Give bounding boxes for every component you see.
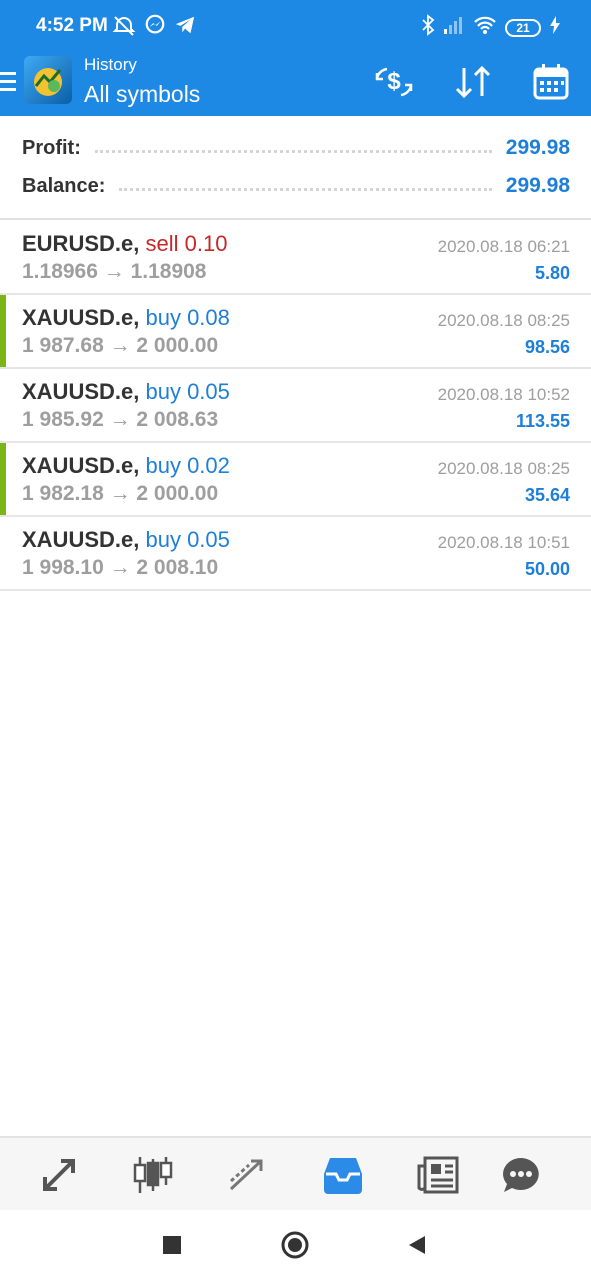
bottom-navigation (0, 1136, 591, 1210)
deal-profit: 5.80 (534, 263, 570, 283)
deal-row[interactable]: EURUSD.e, sell 0.10 1.18966 → 1.18908 20… (0, 221, 591, 295)
system-navigation (0, 1210, 591, 1280)
deal-side: buy 0.05 (145, 379, 230, 404)
deal-symbol: EURUSD.e, (22, 231, 140, 256)
menu-icon[interactable] (0, 70, 16, 94)
calendar-icon[interactable] (529, 60, 573, 104)
summary-panel: Profit: 299.98 Balance: 299.98 (0, 116, 591, 220)
deal-title: XAUUSD.e, buy 0.02 (22, 453, 230, 479)
status-bar: 4:52 PM 21 (0, 0, 591, 52)
home-icon[interactable] (280, 1230, 310, 1260)
deal-side: buy 0.08 (145, 305, 230, 330)
telegram-icon (174, 14, 196, 43)
deal-profit: 98.56 (524, 337, 570, 357)
wifi-icon (473, 15, 497, 40)
deal-time: 2020.08.18 08:25 (437, 459, 570, 478)
header-title[interactable]: All symbols (84, 81, 200, 108)
deal-row[interactable]: XAUUSD.e, buy 0.05 1 985.92 → 2 008.63 2… (0, 369, 591, 443)
deal-side: sell 0.10 (145, 231, 228, 256)
sort-icon[interactable] (451, 60, 495, 104)
app-bar: History All symbols $ (0, 52, 591, 116)
dotted-leader (119, 187, 492, 191)
news-icon[interactable] (415, 1152, 461, 1198)
alarm-off-icon (112, 14, 136, 43)
balance-value: 299.98 (505, 174, 570, 197)
deal-time: 2020.08.18 10:52 (437, 385, 570, 404)
deal-title: EURUSD.e, sell 0.10 (22, 231, 227, 257)
status-time: 4:52 PM (36, 15, 108, 36)
deal-prices: 1.18966 → 1.18908 (22, 260, 207, 283)
deal-marker (0, 295, 6, 367)
deal-title: XAUUSD.e, buy 0.08 (22, 305, 230, 331)
deal-symbol: XAUUSD.e, (22, 453, 140, 478)
back-icon[interactable] (402, 1230, 432, 1260)
balance-row: Balance: 299.98 (22, 171, 570, 201)
profit-value: 299.98 (505, 136, 570, 159)
trade-icon[interactable] (224, 1152, 270, 1198)
deal-profit: 113.55 (515, 411, 570, 431)
deal-side: buy 0.02 (145, 453, 230, 478)
history-icon[interactable] (320, 1152, 366, 1198)
battery-level: 21 (516, 20, 530, 35)
signal-icon (443, 15, 465, 40)
deal-profit: 35.64 (524, 485, 570, 505)
deal-row[interactable]: XAUUSD.e, buy 0.02 1 982.18 → 2 000.00 2… (0, 443, 591, 517)
deal-symbol: XAUUSD.e, (22, 527, 140, 552)
deal-row[interactable]: XAUUSD.e, buy 0.08 1 987.68 → 2 000.00 2… (0, 295, 591, 369)
deal-prices: 1 998.10 → 2 008.10 (22, 556, 219, 579)
profit-row: Profit: 299.98 (22, 133, 570, 163)
deal-side: buy 0.05 (145, 527, 230, 552)
bluetooth-icon (421, 14, 435, 41)
balance-label: Balance: (22, 174, 106, 197)
deal-prices: 1 985.92 → 2 008.63 (22, 408, 219, 431)
svg-text:$: $ (387, 68, 401, 95)
deal-title: XAUUSD.e, buy 0.05 (22, 527, 230, 553)
deal-marker (0, 443, 6, 515)
messenger-icon (144, 14, 166, 43)
dotted-leader (94, 149, 492, 153)
deal-row[interactable]: XAUUSD.e, buy 0.05 1 998.10 → 2 008.10 2… (0, 517, 591, 591)
quotes-icon[interactable] (36, 1152, 82, 1198)
app-logo (24, 56, 72, 104)
recent-apps-icon[interactable] (157, 1230, 187, 1260)
deal-symbol: XAUUSD.e, (22, 379, 140, 404)
chart-icon[interactable] (130, 1152, 176, 1198)
deal-time: 2020.08.18 10:51 (437, 533, 570, 552)
deal-time: 2020.08.18 08:25 (437, 311, 570, 330)
deal-time: 2020.08.18 06:21 (437, 237, 570, 256)
battery-icon: 21 (505, 18, 541, 37)
deal-prices: 1 982.18 → 2 000.00 (22, 482, 219, 505)
currency-exchange-icon[interactable]: $ (372, 60, 416, 104)
charging-icon (549, 15, 561, 40)
header-subtitle: History (84, 55, 137, 74)
deal-profit: 50.00 (524, 559, 570, 579)
deal-symbol: XAUUSD.e, (22, 305, 140, 330)
deal-prices: 1 987.68 → 2 000.00 (22, 334, 219, 357)
chat-icon[interactable] (498, 1152, 544, 1198)
deal-title: XAUUSD.e, buy 0.05 (22, 379, 230, 405)
profit-label: Profit: (22, 136, 81, 159)
